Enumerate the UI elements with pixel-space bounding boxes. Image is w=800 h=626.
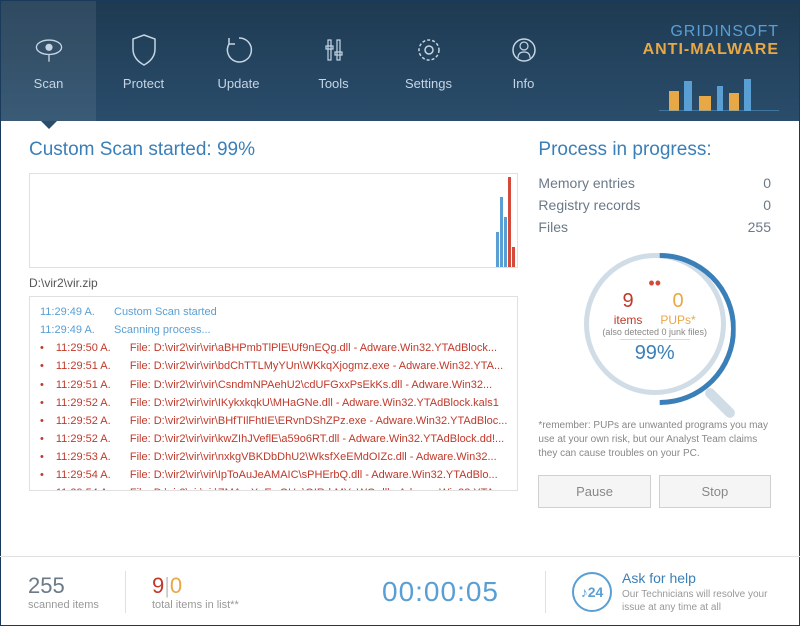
process-title: Process in progress: (538, 139, 771, 161)
log-entry: 11:29:52 A.File: D:\vir2\vir\vir\kwZIhJV… (40, 430, 507, 448)
junk-note: (also detected 0 junk files) (602, 328, 707, 338)
nav-settings[interactable]: Settings (381, 1, 476, 121)
scanned-items-block: 255 scanned items (28, 573, 99, 611)
scan-status-title: Custom Scan started: 99% (29, 139, 518, 161)
activity-chart (29, 173, 518, 268)
total-items-block: 9|0 total items in list** (152, 573, 239, 611)
nav-label: Update (218, 76, 260, 91)
pause-button[interactable]: Pause (538, 475, 650, 508)
log-entry: 11:29:51 A.File: D:\vir2\vir\vir\bdChTTL… (40, 357, 507, 375)
log-entry: 11:29:49 A.Scanning process... (40, 321, 507, 339)
log-entry: 11:29:49 A.Custom Scan started (40, 303, 507, 321)
progress-percent: 99% (620, 339, 690, 365)
scan-icon (31, 32, 67, 68)
stat-registry: Registry records0 (538, 197, 771, 213)
log-entry: 11:29:51 A.File: D:\vir2\vir\vir\CsndmNP… (40, 376, 507, 394)
nav-update[interactable]: Update (191, 1, 286, 121)
update-icon (221, 32, 257, 68)
progress-gauge: •• 9items 0PUPs* (also detected 0 junk f… (584, 253, 726, 395)
gear-icon (411, 32, 447, 68)
nav-label: Scan (34, 76, 64, 91)
log-entry: 11:29:54 A.File: D:\vir2\vir\vir\IpToAuJ… (40, 466, 507, 484)
skyline-decoration (659, 71, 779, 111)
log-entry: 11:29:52 A.File: D:\vir2\vir\vir\IKykxkq… (40, 394, 507, 412)
help-24-icon: ♪24 (572, 572, 612, 612)
log-entry: 11:29:52 A.File: D:\vir2\vir\vir\BHfTIlF… (40, 412, 507, 430)
log-entry: 11:29:53 A.File: D:\vir2\vir\vir\nxkgVBK… (40, 448, 507, 466)
nav-label: Info (513, 76, 535, 91)
brand-name: GRIDINSOFT (643, 23, 779, 41)
pup-disclaimer: *remember: PUPs are unwanted programs yo… (538, 419, 771, 461)
brand-product: ANTI-MALWARE (643, 41, 779, 59)
items-count: 9 (614, 290, 643, 313)
help-button[interactable]: ♪24 Ask for help Our Technicians will re… (572, 570, 772, 614)
brand-logo: GRIDINSOFT ANTI-MALWARE (643, 23, 779, 59)
nav-info[interactable]: Info (476, 1, 571, 121)
current-path: D:\vir2\vir.zip (29, 276, 518, 290)
log-entry: 11:29:54 A.File: D:\vir2\vir\vir\ZMAruXo… (40, 484, 507, 491)
scan-log[interactable]: 11:29:49 A.Custom Scan started11:29:49 A… (29, 296, 518, 491)
nav-scan[interactable]: Scan (1, 1, 96, 121)
tools-icon (316, 32, 352, 68)
shield-icon (126, 32, 162, 68)
info-icon (506, 32, 542, 68)
nav-protect[interactable]: Protect (96, 1, 191, 121)
nav-label: Settings (405, 76, 452, 91)
stat-files: Files255 (538, 219, 771, 235)
log-entry: 11:29:50 A.File: D:\vir2\vir\vir\aBHPmbT… (40, 339, 507, 357)
stat-memory: Memory entries0 (538, 175, 771, 191)
nav-label: Protect (123, 76, 164, 91)
nav-label: Tools (318, 76, 348, 91)
elapsed-timer: 00:00:05 (382, 576, 499, 608)
pups-count: 0 (660, 290, 695, 313)
stop-button[interactable]: Stop (659, 475, 771, 508)
nav-tools[interactable]: Tools (286, 1, 381, 121)
status-bar: 255 scanned items 9|0 total items in lis… (0, 556, 800, 626)
app-header: Scan Protect Update Tools Settings Info … (1, 1, 799, 121)
